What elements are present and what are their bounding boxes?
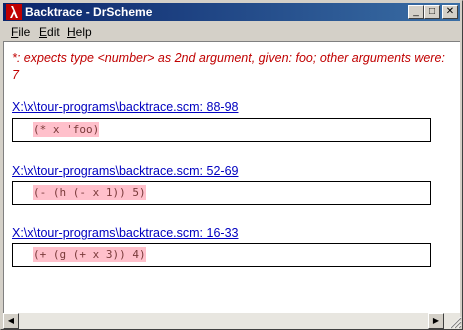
backtrace-window: Backtrace - DrScheme _ □ ✕ File Edit Hel… — [0, 0, 463, 330]
frame-3-code: (+ (g (+ x 3)) 4) — [33, 247, 146, 262]
error-message: *: expects type <number> as 2nd argument… — [12, 51, 445, 82]
close-button[interactable]: ✕ — [442, 5, 458, 19]
horizontal-scrollbar[interactable]: ◀ ▶ — [3, 313, 460, 329]
menu-edit[interactable]: Edit — [39, 25, 60, 39]
menu-bar: File Edit Help — [3, 23, 460, 41]
frame-1-location-link[interactable]: X:\x\tour-programs\backtrace.scm: 88-98 — [12, 100, 238, 114]
drscheme-lambda-icon — [6, 4, 22, 20]
backtrace-pane[interactable]: *: expects type <number> as 2nd argument… — [3, 41, 460, 313]
window-title: Backtrace - DrScheme — [25, 5, 153, 19]
frame-1-code-box: (* x 'foo) — [12, 118, 431, 142]
menu-file[interactable]: File — [11, 25, 30, 39]
title-bar[interactable]: Backtrace - DrScheme _ □ ✕ — [3, 3, 460, 21]
frame-1-code: (* x 'foo) — [33, 122, 100, 137]
menu-help[interactable]: Help — [67, 25, 92, 39]
resize-grip-icon[interactable] — [446, 313, 462, 329]
frame-3-code-box: (+ (g (+ x 3)) 4) — [12, 243, 431, 267]
maximize-button[interactable]: □ — [424, 5, 440, 19]
frame-2-code: (- (h (- x 1)) 5) — [33, 185, 146, 200]
frame-2-location-link[interactable]: X:\x\tour-programs\backtrace.scm: 52-69 — [12, 164, 238, 178]
scroll-left-arrow-icon[interactable]: ◀ — [3, 313, 19, 329]
frame-2-code-box: (- (h (- x 1)) 5) — [12, 181, 431, 205]
minimize-button[interactable]: _ — [408, 5, 424, 19]
scroll-right-arrow-icon[interactable]: ▶ — [428, 313, 444, 329]
frame-3-location-link[interactable]: X:\x\tour-programs\backtrace.scm: 16-33 — [12, 226, 238, 240]
